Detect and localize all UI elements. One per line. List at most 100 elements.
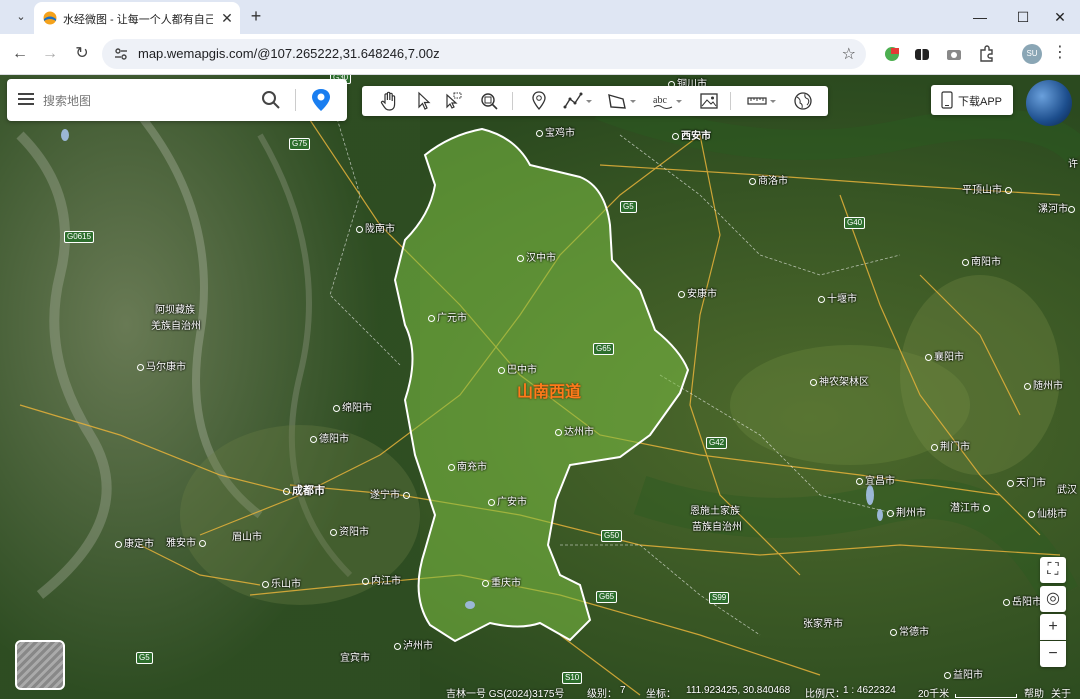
location-pin-icon[interactable] (310, 88, 332, 112)
scale-value: 1 : 4622324 (843, 685, 896, 696)
about-link[interactable]: 关于 (1051, 685, 1071, 699)
coords-label: 坐标： (646, 689, 676, 699)
road-shield: G75 (289, 138, 311, 150)
maximize-button[interactable]: ☐ (1003, 4, 1043, 30)
city-label: 达州市 (555, 423, 594, 438)
city-label: 乐山市 (262, 575, 301, 590)
city-label: 德阳市 (310, 430, 349, 445)
city-label: 宝鸡市 (536, 124, 575, 139)
extensions-puzzle-icon[interactable] (976, 44, 996, 64)
text-icon[interactable]: abc (652, 90, 674, 112)
hand-icon[interactable] (378, 90, 400, 112)
city-label: 绵阳市 (333, 399, 372, 414)
profile-avatar[interactable]: SU (1022, 44, 1042, 64)
city-label: 襄阳市 (925, 348, 964, 363)
browser-window: ⌄ 水经微图 - 让每一个人都有自己 ✕ + — ☐ ✕ ← → ↻ map.w… (0, 0, 1080, 699)
pointer-icon[interactable] (412, 90, 434, 112)
city-label: 潜江市 (950, 499, 992, 514)
zoom-box-icon[interactable] (478, 90, 500, 112)
close-icon[interactable]: ✕ (217, 8, 237, 28)
polygon-icon[interactable] (606, 90, 628, 112)
chevron-down-icon[interactable] (768, 90, 778, 112)
minimize-button[interactable]: — (960, 4, 1000, 30)
city-label: 宜宾市 (340, 653, 370, 664)
browser-menu-icon[interactable]: ⋮ (1050, 42, 1070, 62)
city-label: 随州市 (1024, 377, 1063, 392)
phone-icon (941, 91, 953, 109)
site-info-icon[interactable] (112, 45, 130, 63)
window-close-button[interactable]: ✕ (1040, 4, 1080, 30)
city-label: 荆州市 (887, 504, 926, 519)
search-input[interactable] (41, 90, 255, 112)
city-label: 资阳市 (330, 523, 369, 538)
zoom-in-icon[interactable]: + (1040, 614, 1066, 640)
new-tab-button[interactable]: + (245, 5, 267, 27)
road-shield: G40 (844, 217, 866, 229)
url-text: map.wemapgis.com/@107.265222,31.648246,7… (138, 46, 440, 61)
select-icon[interactable] (442, 90, 464, 112)
active-tab[interactable]: 水经微图 - 让每一个人都有自己 ✕ (34, 2, 240, 34)
layer-switcher-button[interactable] (15, 640, 65, 690)
scale-label: 比例尺： (805, 689, 845, 699)
map-canvas[interactable]: 铜川市 宝鸡市 西安市 商洛市 平顶山市 漯河市 陇南市 汉中市 南阳市 安康市… (0, 75, 1080, 699)
map-toolbar: abc (362, 86, 828, 116)
scale-bar (955, 694, 1017, 698)
menu-icon[interactable] (18, 92, 34, 106)
favicon-icon (43, 11, 57, 25)
road-shield: G5 (620, 201, 637, 213)
city-label: 平顶山市 (962, 181, 1014, 196)
star-icon[interactable]: ☆ (842, 44, 856, 64)
level-label: 级别： (587, 689, 617, 699)
road-shield: G42 (706, 437, 728, 449)
globe-icon[interactable] (792, 90, 814, 112)
back-icon[interactable]: ← (8, 42, 32, 66)
locate-icon[interactable]: ◎ (1040, 586, 1066, 612)
region-label: 山南西道 (517, 384, 582, 401)
help-link[interactable]: 帮助 (1024, 685, 1044, 699)
forward-icon[interactable]: → (38, 42, 62, 66)
marker-icon[interactable] (528, 90, 550, 112)
divider (512, 92, 513, 110)
fullscreen-icon[interactable]: ⛶ (1040, 557, 1066, 583)
city-label: 西安市 (672, 127, 711, 142)
divider (730, 92, 731, 110)
city-label: 广安市 (488, 493, 527, 508)
extension-globe-icon[interactable] (882, 44, 902, 64)
city-label: 益阳市 (944, 666, 983, 681)
map-search-panel (7, 79, 347, 121)
city-label: 安康市 (678, 285, 717, 300)
svg-text:abc: abc (653, 95, 667, 106)
extension-icon[interactable] (912, 44, 932, 64)
address-bar[interactable]: map.wemapgis.com/@107.265222,31.648246,7… (102, 39, 866, 69)
level-value: 7 (620, 685, 626, 696)
city-label: 眉山市 (232, 532, 262, 543)
city-label: 荆门市 (931, 438, 970, 453)
road-shield: G50 (601, 530, 623, 542)
chevron-down-icon[interactable] (584, 90, 594, 112)
image-icon[interactable] (698, 90, 720, 112)
city-label: 神农架林区 (810, 373, 869, 388)
ruler-icon[interactable] (746, 90, 768, 112)
search-icon[interactable] (261, 90, 281, 110)
city-label: 天门市 (1007, 474, 1046, 489)
city-label: 广元市 (428, 309, 467, 324)
reload-icon[interactable]: ↻ (70, 42, 94, 66)
chevron-down-icon[interactable] (674, 90, 684, 112)
city-label: 十堰市 (818, 290, 857, 305)
tab-strip: ⌄ 水经微图 - 让每一个人都有自己 ✕ + — ☐ ✕ (0, 0, 1080, 34)
road-shield: S99 (709, 592, 730, 604)
polyline-icon[interactable] (562, 90, 584, 112)
zoom-out-icon[interactable]: − (1040, 641, 1066, 667)
city-label: 汉中市 (517, 249, 556, 264)
globe-view-button[interactable] (1026, 80, 1072, 126)
city-label: 常德市 (890, 623, 929, 638)
city-label: 遂宁市 (370, 486, 412, 501)
chevron-down-icon[interactable] (628, 90, 638, 112)
divider (295, 89, 296, 111)
tab-search-button[interactable]: ⌄ (11, 7, 31, 27)
city-label: 阿坝藏族 (155, 305, 195, 316)
camera-icon[interactable] (944, 44, 964, 64)
download-app-button[interactable]: 下载APP (931, 85, 1013, 115)
road-shield: G5 (136, 652, 153, 664)
road-shield: S10 (562, 672, 583, 684)
